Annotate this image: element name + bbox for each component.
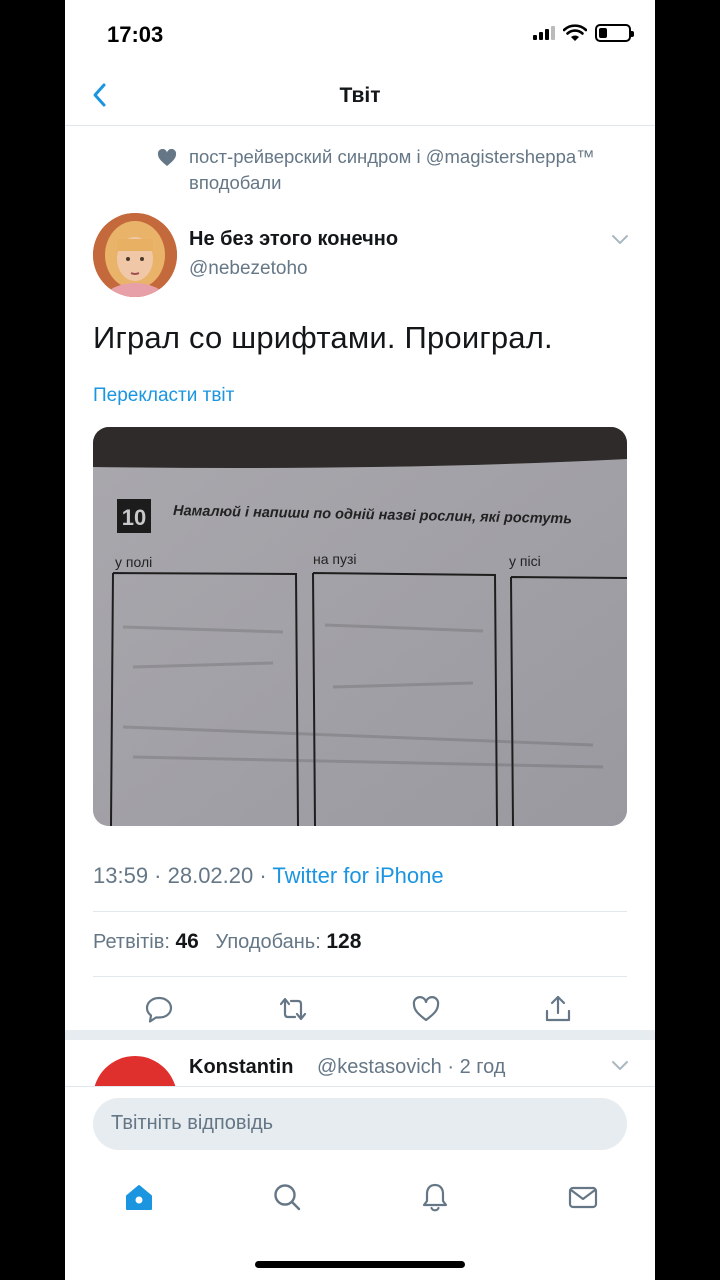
tweet-photo[interactable]: 10 Намалюй і напиши по одній назві росли… (93, 427, 627, 826)
column-label-3: у пісі (509, 553, 541, 569)
wifi-icon (563, 24, 587, 41)
task-number: 10 (122, 505, 146, 530)
retweets-label[interactable]: Ретвітів: (93, 931, 170, 953)
tweet-time: 13:59 · 28.02.20 · (93, 863, 273, 888)
tweet-source-link[interactable]: Twitter for iPhone (272, 863, 443, 888)
author-name[interactable]: Не без этого конечно (189, 228, 398, 251)
battery-icon (595, 24, 634, 42)
chevron-down-icon[interactable] (611, 234, 629, 246)
reply-icon[interactable] (144, 994, 174, 1024)
heart-icon (157, 149, 177, 166)
status-icons (533, 24, 634, 42)
tweet-stats: Ретвітів: 46 Уподобань: 128 (93, 930, 361, 954)
status-time: 17:03 (107, 22, 164, 47)
likes-label[interactable]: Уподобань: (216, 931, 321, 953)
likes-count[interactable]: 128 (326, 930, 361, 953)
tweet-timestamp: 13:59 · 28.02.20 · Twitter for iPhone (93, 863, 444, 889)
retweet-icon[interactable] (278, 994, 308, 1024)
divider (93, 911, 627, 912)
chevron-down-icon[interactable] (611, 1060, 629, 1072)
author-avatar[interactable] (93, 213, 177, 297)
tweet-screen: 17:03 Твіт пост-рейверский синдром і @ma… (65, 0, 655, 1280)
reply-composer[interactable]: Твітніть відповідь (93, 1098, 627, 1150)
bottom-bar: Твітніть відповідь (65, 1086, 655, 1280)
reply-author-name[interactable]: Konstantin (189, 1056, 293, 1079)
column-label-2: на пузі (313, 551, 357, 567)
page-title: Твіт (339, 84, 381, 107)
retweets-count[interactable]: 46 (176, 930, 199, 953)
reply-composer-placeholder[interactable]: Твітніть відповідь (111, 1112, 273, 1135)
home-icon[interactable] (123, 1181, 155, 1213)
reply-preview[interactable]: Konstantin @kestasovich · 2 год (65, 1040, 655, 1088)
mail-icon[interactable] (567, 1181, 599, 1213)
navigation-bar: Твіт (65, 68, 655, 126)
tweet-text: Играл со шрифтами. Проиграл. (93, 320, 553, 355)
share-icon[interactable] (543, 994, 573, 1024)
search-icon[interactable] (271, 1181, 303, 1213)
status-bar: 17:03 (65, 0, 655, 68)
liked-by-context[interactable]: пост-рейверский синдром і @magistershepp… (189, 144, 609, 196)
workbook-photo: 10 Намалюй і напиши по одній назві росли… (93, 427, 627, 826)
reply-avatar[interactable] (93, 1056, 177, 1088)
author-handle[interactable]: @nebezetoho (189, 258, 308, 280)
like-icon[interactable] (411, 994, 441, 1024)
bell-icon[interactable] (419, 1181, 451, 1213)
column-label-1: у полі (115, 554, 152, 570)
divider (93, 976, 627, 977)
tweet-actions (65, 990, 655, 1030)
avatar-portrait (93, 213, 177, 297)
section-separator (65, 1030, 655, 1040)
translate-tweet-link[interactable]: Перекласти твіт (93, 385, 234, 407)
home-indicator (255, 1261, 465, 1268)
cellular-signal-icon (533, 26, 555, 40)
reply-author-meta: @kestasovich · 2 год (317, 1056, 506, 1078)
